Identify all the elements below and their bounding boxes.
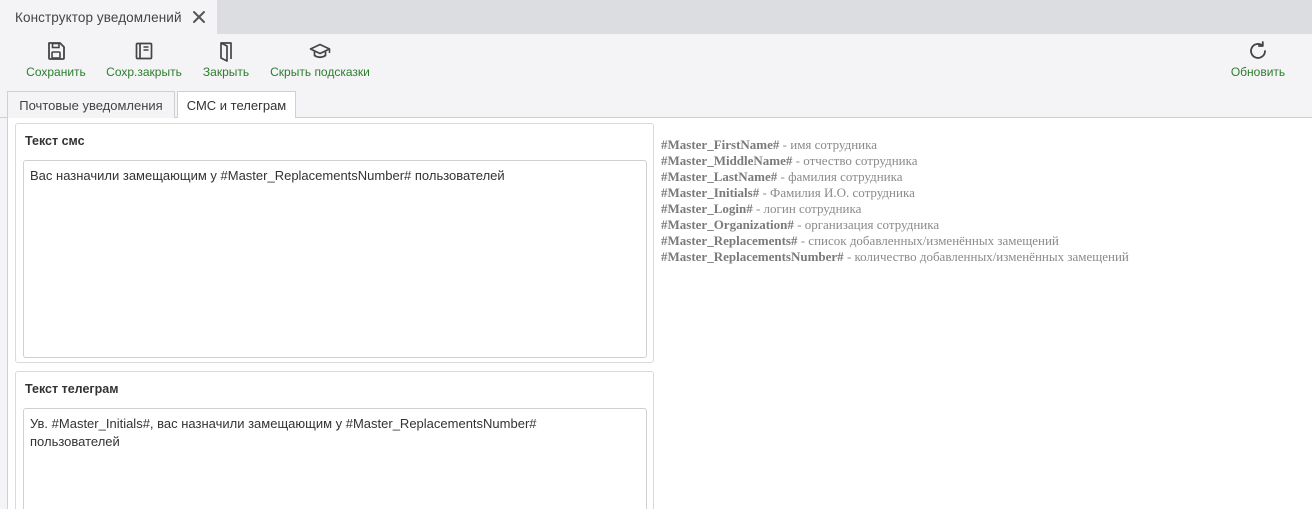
hint-variable: #Master_Login# — [661, 201, 753, 216]
hint-row: #Master_MiddleName# - отчество сотрудник… — [661, 153, 1129, 169]
refresh-button[interactable]: Обновить — [1230, 34, 1286, 84]
save-close-icon — [135, 42, 153, 60]
sms-text-input[interactable]: Вас назначили замещающим у #Master_Repla… — [23, 160, 647, 358]
refresh-icon — [1250, 41, 1266, 59]
variable-hints: #Master_FirstName# - имя сотрудника #Mas… — [661, 137, 1129, 265]
save-icon — [48, 42, 65, 60]
toolbar: Сохранить Сохр.закрыть Закрыть Скрыть по… — [0, 34, 1312, 84]
window-tab-strip: Конструктор уведомлений — [0, 0, 1312, 34]
door-icon — [220, 42, 232, 62]
tab-mail-notifications[interactable]: Почтовые уведомления — [7, 91, 175, 118]
hint-row: #Master_Login# - логин сотрудника — [661, 201, 1129, 217]
hint-row: #Master_Organization# - организация сотр… — [661, 217, 1129, 233]
close-icon[interactable] — [191, 9, 207, 25]
hint-description: - организация сотрудника — [793, 217, 940, 232]
save-button[interactable]: Сохранить — [26, 34, 86, 84]
hint-description: - Фамилия И.О. сотрудника — [759, 185, 915, 200]
hint-description: - имя сотрудника — [779, 137, 878, 152]
hint-row: #Master_Replacements# - список добавленн… — [661, 233, 1129, 249]
hint-variable: #Master_FirstName# — [661, 137, 780, 152]
refresh-label: Обновить — [1230, 65, 1286, 79]
sms-fieldset: Текст смс Вас назначили замещающим у #Ma… — [15, 123, 654, 363]
hide-hints-button[interactable]: Скрыть подсказки — [269, 34, 371, 84]
hint-description: - логин сотрудника — [752, 201, 862, 216]
window-tab[interactable]: Конструктор уведомлений — [0, 0, 217, 34]
hint-row: #Master_Initials# - Фамилия И.О. сотрудн… — [661, 185, 1129, 201]
telegram-text-input[interactable]: Ув. #Master_Initials#, вас назначили зам… — [23, 408, 647, 509]
window-tab-title: Конструктор уведомлений — [15, 9, 182, 25]
hint-variable: #Master_LastName# — [661, 169, 778, 184]
sms-title: Текст смс — [25, 134, 85, 148]
hint-row: #Master_LastName# - фамилия сотрудника — [661, 169, 1129, 185]
hide-hints-label: Скрыть подсказки — [270, 65, 370, 79]
hint-row: #Master_ReplacementsNumber# - количество… — [661, 249, 1129, 265]
hint-variable: #Master_MiddleName# — [661, 153, 793, 168]
close-label: Закрыть — [202, 65, 250, 79]
save-close-button[interactable]: Сохр.закрыть — [106, 34, 182, 84]
hint-description: - список добавленных/изменённых замещени… — [797, 233, 1059, 248]
telegram-fieldset: Текст телеграм Ув. #Master_Initials#, ва… — [15, 371, 654, 509]
hint-description: - отчество сотрудника — [792, 153, 918, 168]
save-close-label: Сохр.закрыть — [106, 65, 182, 79]
hint-description: - количество добавленных/изменённых заме… — [843, 249, 1129, 264]
hint-variable: #Master_ReplacementsNumber# — [661, 249, 844, 264]
hint-description: - фамилия сотрудника — [777, 169, 903, 184]
graduation-cap-icon — [309, 43, 331, 59]
telegram-title: Текст телеграм — [25, 382, 119, 396]
hint-row: #Master_FirstName# - имя сотрудника — [661, 137, 1129, 153]
hint-variable: #Master_Replacements# — [661, 233, 798, 248]
page-tabs: Почтовые уведомления СМС и телеграм — [0, 84, 1312, 119]
close-button[interactable]: Закрыть — [202, 34, 250, 84]
tab-sms-telegram[interactable]: СМС и телеграм — [177, 91, 296, 119]
save-label: Сохранить — [26, 65, 86, 79]
hint-variable: #Master_Initials# — [661, 185, 760, 200]
hint-variable: #Master_Organization# — [661, 217, 794, 232]
